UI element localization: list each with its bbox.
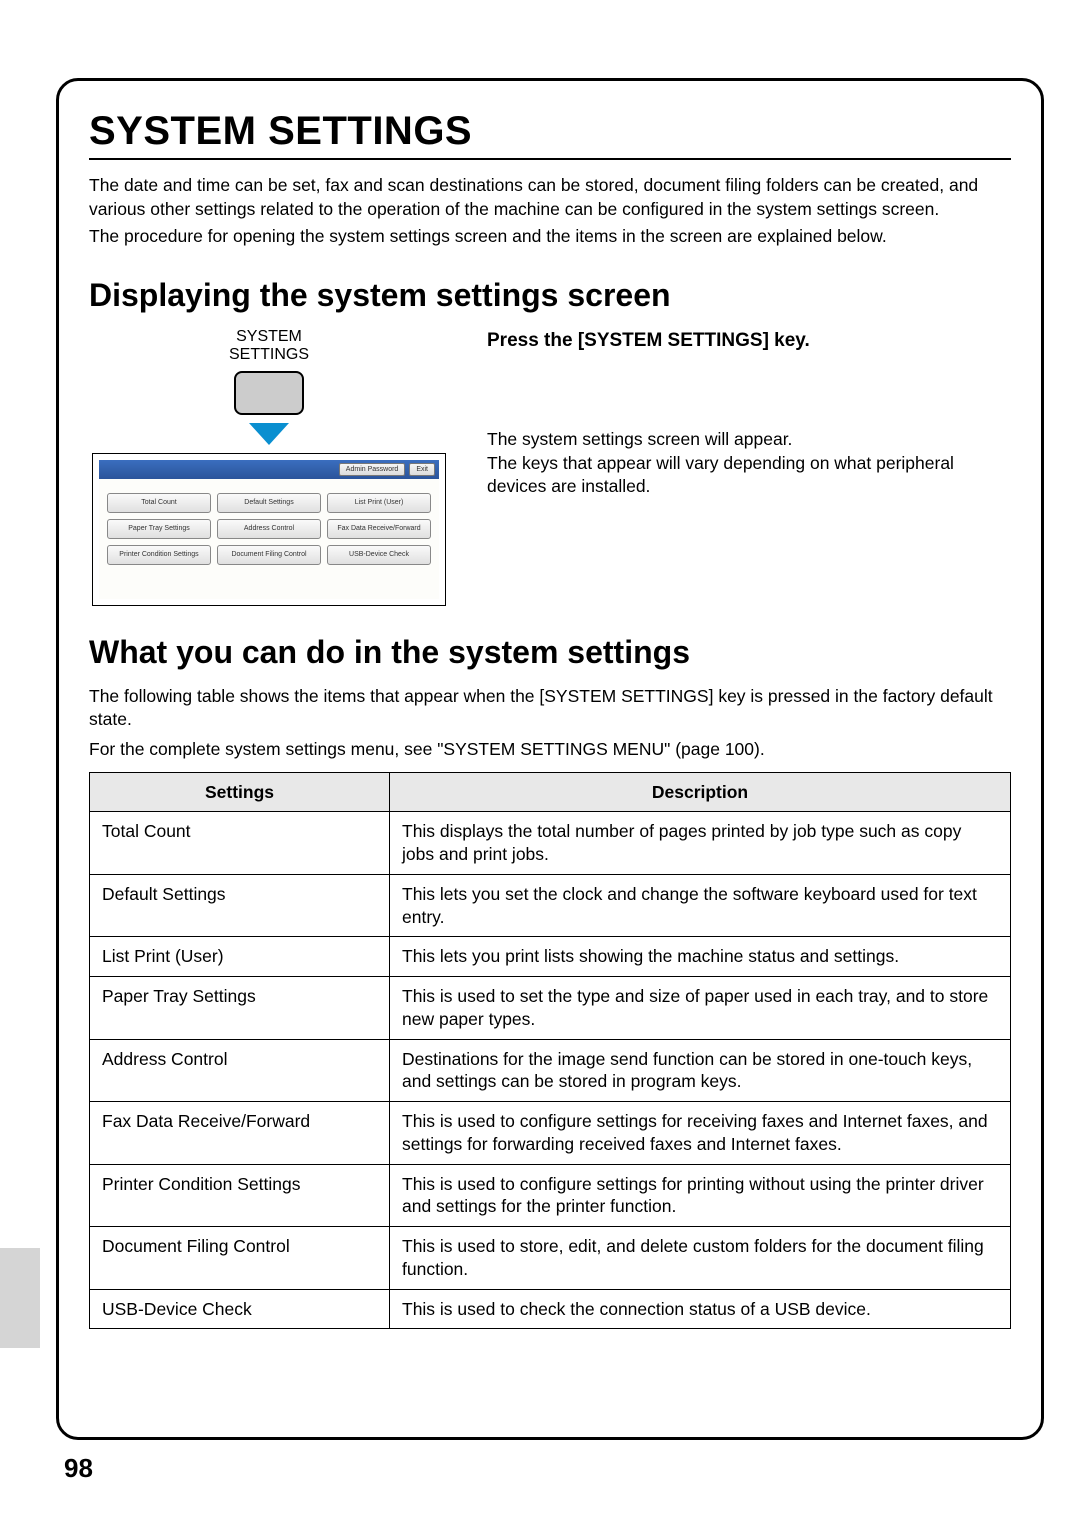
cell-desc: This is used to check the connection sta…: [390, 1289, 1011, 1329]
panel-topbar: Admin Password Exit: [99, 460, 439, 479]
intro-paragraph-1: The date and time can be set, fax and sc…: [89, 174, 1011, 221]
cell-setting: Default Settings: [90, 874, 390, 937]
cell-setting: Address Control: [90, 1039, 390, 1102]
settings-table: Settings Description Total Count This di…: [89, 772, 1011, 1330]
cell-desc: This is used to store, edit, and delete …: [390, 1227, 1011, 1290]
table-row: List Print (User) This lets you print li…: [90, 937, 1011, 977]
key-label-line2: SETTINGS: [169, 346, 369, 364]
table-row: Total Count This displays the total numb…: [90, 812, 1011, 875]
page-title: SYSTEM SETTINGS: [89, 109, 1011, 154]
panel-btn-list-print[interactable]: List Print (User): [327, 493, 431, 513]
cell-setting: Fax Data Receive/Forward: [90, 1102, 390, 1165]
section-displaying-title: Displaying the system settings screen: [89, 277, 1011, 314]
system-settings-key-block: SYSTEM SETTINGS: [169, 328, 369, 445]
page-frame: SYSTEM SETTINGS The date and time can be…: [56, 78, 1044, 1440]
panel-btn-printer-condition[interactable]: Printer Condition Settings: [107, 545, 211, 565]
table-row: Printer Condition Settings This is used …: [90, 1164, 1011, 1227]
panel-btn-address-control[interactable]: Address Control: [217, 519, 321, 539]
table-row: Address Control Destinations for the ima…: [90, 1039, 1011, 1102]
intro-paragraph-2: The procedure for opening the system set…: [89, 225, 1011, 249]
table-header-description: Description: [390, 772, 1011, 812]
appear-text-2: The keys that appear will vary depending…: [487, 452, 1011, 499]
cell-desc: This displays the total number of pages …: [390, 812, 1011, 875]
panel-btn-doc-filing[interactable]: Document Filing Control: [217, 545, 321, 565]
cell-setting: List Print (User): [90, 937, 390, 977]
table-row: USB-Device Check This is used to check t…: [90, 1289, 1011, 1329]
cell-desc: Destinations for the image send function…: [390, 1039, 1011, 1102]
page-number: 98: [64, 1453, 93, 1484]
table-row: Fax Data Receive/Forward This is used to…: [90, 1102, 1011, 1165]
panel-btn-total-count[interactable]: Total Count: [107, 493, 211, 513]
exit-button[interactable]: Exit: [409, 463, 435, 476]
cell-desc: This is used to set the type and size of…: [390, 977, 1011, 1040]
cell-desc: This is used to configure settings for r…: [390, 1102, 1011, 1165]
title-rule: [89, 158, 1011, 160]
cell-desc: This is used to configure settings for p…: [390, 1164, 1011, 1227]
table-header-row: Settings Description: [90, 772, 1011, 812]
cell-desc: This lets you print lists showing the ma…: [390, 937, 1011, 977]
table-row: Default Settings This lets you set the c…: [90, 874, 1011, 937]
table-row: Paper Tray Settings This is used to set …: [90, 977, 1011, 1040]
cell-desc: This lets you set the clock and change t…: [390, 874, 1011, 937]
panel-btn-default-settings[interactable]: Default Settings: [217, 493, 321, 513]
panel-btn-fax-data[interactable]: Fax Data Receive/Forward: [327, 519, 431, 539]
table-intro-2: For the complete system settings menu, s…: [89, 738, 1011, 762]
system-settings-key-button[interactable]: [234, 371, 304, 415]
panel-btn-usb-check[interactable]: USB-Device Check: [327, 545, 431, 565]
cell-setting: Total Count: [90, 812, 390, 875]
cell-setting: Paper Tray Settings: [90, 977, 390, 1040]
table-row: Document Filing Control This is used to …: [90, 1227, 1011, 1290]
panel-body: Total Count Default Settings List Print …: [99, 479, 439, 599]
press-heading: Press the [SYSTEM SETTINGS] key.: [487, 330, 1011, 352]
section-what-you-can-do-title: What you can do in the system settings: [89, 634, 1011, 671]
admin-password-button[interactable]: Admin Password: [339, 463, 406, 476]
table-intro-1: The following table shows the items that…: [89, 685, 1011, 732]
panel-btn-paper-tray[interactable]: Paper Tray Settings: [107, 519, 211, 539]
key-label-line1: SYSTEM: [169, 328, 369, 346]
cell-setting: Document Filing Control: [90, 1227, 390, 1290]
cell-setting: Printer Condition Settings: [90, 1164, 390, 1227]
side-tab: [0, 1248, 40, 1348]
table-header-settings: Settings: [90, 772, 390, 812]
cell-setting: USB-Device Check: [90, 1289, 390, 1329]
appear-text-1: The system settings screen will appear.: [487, 428, 1011, 452]
arrow-down-icon: [249, 423, 289, 445]
system-settings-screen-panel: Admin Password Exit Total Count Default …: [92, 453, 446, 606]
